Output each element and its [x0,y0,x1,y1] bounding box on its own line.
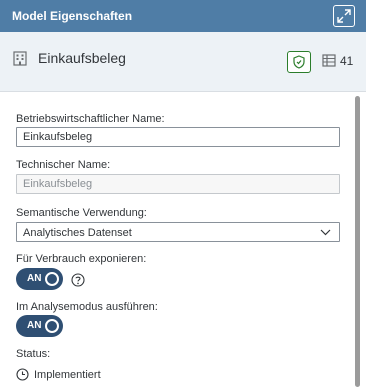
clock-icon [16,368,29,381]
shield-icon [293,55,305,69]
object-header: Einkaufsbeleg 41 [0,32,366,92]
building-icon [13,51,27,66]
analysis-mode-switch[interactable]: AN [16,315,63,337]
object-title: Einkaufsbeleg [38,50,126,66]
chevron-down-icon [320,229,331,236]
analysis-mode-label: Im Analysemodus ausführen: [16,301,158,313]
panel-header: Model Eigenschaften [0,0,366,32]
semantic-usage-value: Analytisches Datenset [23,227,132,239]
switch-state-label: AN [27,320,42,331]
expose-consumption-label: Für Verbrauch exponieren: [16,253,147,265]
semantic-usage-select[interactable]: Analytisches Datenset [16,222,340,242]
technical-name-label: Technischer Name: [16,159,111,171]
business-name-label: Betriebswirtschaftlicher Name: [16,113,165,125]
expose-consumption-switch[interactable]: AN [16,268,63,290]
status-value: Implementiert [34,369,101,381]
business-name-input[interactable] [16,127,340,147]
technical-name-input [16,174,340,194]
scrollbar[interactable] [355,96,360,387]
status-label: Status: [16,348,51,360]
switch-state-label: AN [27,273,42,284]
help-icon[interactable] [71,273,85,287]
switch-knob [45,319,59,333]
switch-knob [45,272,59,286]
expand-button[interactable] [333,5,355,27]
panel-title: Model Eigenschaften [12,9,133,23]
column-count: 41 [340,54,354,68]
shield-button[interactable] [287,51,311,73]
table-icon [322,54,336,67]
semantic-usage-label: Semantische Verwendung: [16,207,147,219]
expand-icon [337,9,351,23]
